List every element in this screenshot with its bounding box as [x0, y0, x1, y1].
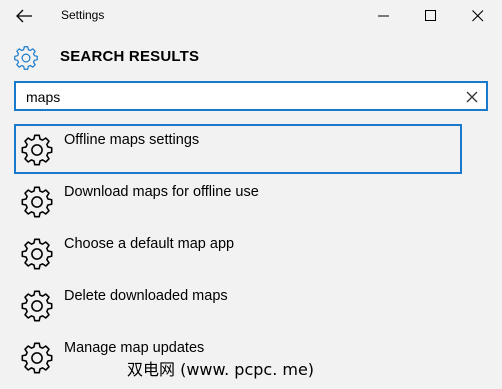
gear-icon — [21, 238, 53, 270]
close-button[interactable] — [455, 0, 501, 32]
maximize-icon — [425, 10, 436, 21]
result-item[interactable]: Choose a default map app — [14, 228, 462, 278]
maximize-button[interactable] — [408, 0, 454, 32]
result-label: Offline maps settings — [64, 132, 200, 148]
page-title: SEARCH RESULTS — [60, 48, 200, 65]
back-arrow-icon — [16, 9, 32, 23]
result-item[interactable]: Delete downloaded maps — [14, 280, 462, 330]
header-gear — [13, 45, 39, 76]
result-item[interactable]: Offline maps settings — [14, 124, 462, 174]
result-label: Choose a default map app — [64, 236, 235, 252]
result-label: Manage map updates — [64, 340, 205, 356]
gear-icon — [14, 46, 38, 70]
title-bar: Settings — [0, 0, 502, 32]
close-icon — [472, 10, 484, 22]
page-header: SEARCH RESULTS — [0, 38, 502, 74]
search-results-list: Offline maps settings Download maps for … — [14, 124, 462, 384]
clear-search-button[interactable] — [464, 89, 480, 105]
search-input-value[interactable]: maps — [26, 89, 60, 105]
result-label: Download maps for offline use — [64, 184, 259, 200]
search-input[interactable]: maps — [14, 81, 488, 111]
result-label: Delete downloaded maps — [64, 288, 228, 304]
back-button[interactable] — [14, 6, 36, 26]
minimize-icon — [378, 15, 389, 17]
gear-icon — [21, 186, 53, 218]
minimize-button[interactable] — [361, 0, 407, 32]
gear-icon — [21, 134, 53, 166]
gear-icon — [21, 290, 53, 322]
window-title: Settings — [61, 8, 105, 22]
watermark-text: 双电网 (www. pcpc. me) — [127, 360, 315, 379]
gear-icon — [21, 342, 53, 374]
result-item[interactable]: Download maps for offline use — [14, 176, 462, 226]
close-icon — [466, 91, 478, 103]
